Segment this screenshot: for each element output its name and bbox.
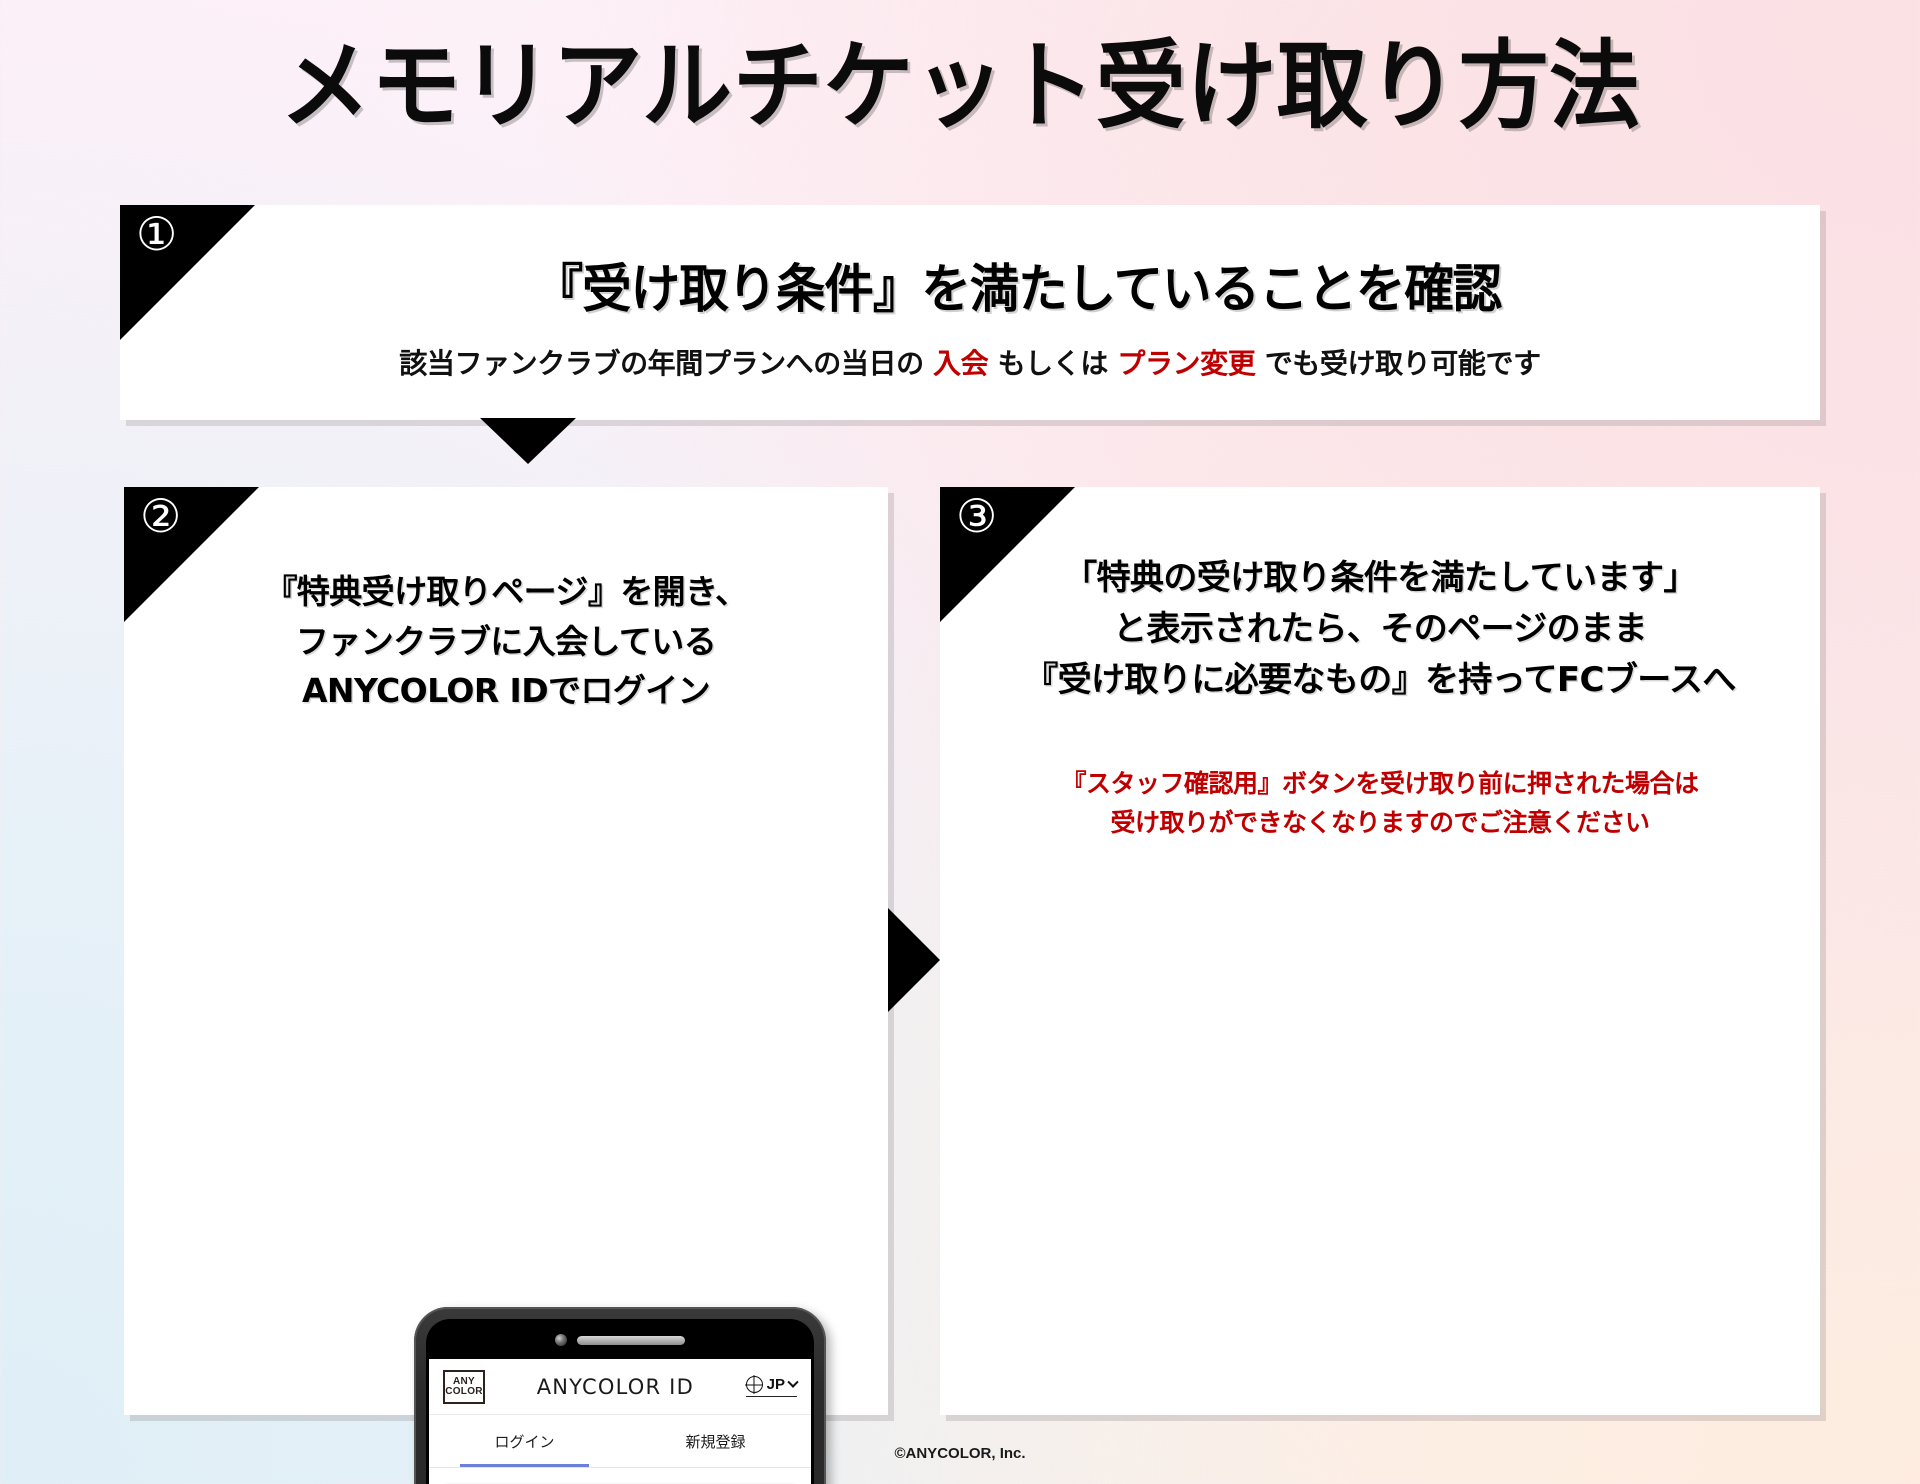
step-2-heading: 『特典受け取りページ』を開き、 ファンクラブに入会している ANYCOLOR I… <box>124 567 888 716</box>
page-title: メモリアルチケット受け取り方法 <box>280 30 1640 142</box>
step-2-heading-line-2: ファンクラブに入会している <box>295 621 717 661</box>
language-selector[interactable]: JP <box>745 1376 799 1397</box>
speaker-icon <box>577 1335 685 1345</box>
phone-screen: ANY COLOR ANYCOLOR ID JP ログイン 新規登録 <box>429 1359 811 1484</box>
logo-line-1: ANY <box>452 1375 475 1387</box>
right-arrow-connector <box>888 908 940 1012</box>
step-1-badge: ① <box>120 205 255 340</box>
step-1-sub-highlight-planchange: プラン変更 <box>1117 347 1256 380</box>
step-3-heading: 「特典の受け取り条件を満たしています」 と表示されたら、そのページのまま 『受け… <box>940 553 1820 706</box>
camera-icon <box>555 1334 567 1346</box>
step-1-sub-part-3: でも受け取り可能です <box>1255 347 1541 380</box>
chevron-down-icon <box>787 1376 799 1388</box>
app-title: ANYCOLOR ID <box>536 1374 694 1399</box>
step-2-number: ② <box>140 489 182 543</box>
step-3-heading-line-3: 『受け取りに必要なもの』を持ってFCブースへ <box>1024 660 1736 700</box>
copyright-footer: ©ANYCOLOR, Inc. <box>894 1445 1026 1462</box>
step-1-number: ① <box>136 207 178 261</box>
step-1-panel: ① 『受け取り条件』を満たしていることを確認 該当ファンクラブの年間プランへの当… <box>120 205 1820 420</box>
step-3-warning-line-1: 『スタッフ確認用』ボタンを受け取り前に押された場合は <box>1061 769 1699 798</box>
app-header: ANY COLOR ANYCOLOR ID JP <box>429 1359 811 1415</box>
anycolor-logo: ANY COLOR <box>443 1369 485 1404</box>
step-2-heading-line-3: ANYCOLOR IDでログイン <box>301 671 711 710</box>
step-3-number: ③ <box>956 489 998 543</box>
down-arrow-connector <box>480 418 576 464</box>
step-3-warning-line-2: 受け取りができなくなりますのでご注意ください <box>1110 807 1650 837</box>
logo-line-2: COLOR <box>445 1385 483 1397</box>
language-label: JP <box>766 1376 785 1393</box>
step-1-subtitle: 該当ファンクラブの年間プランへの当日の 入会 もしくは プラン変更 でも受け取り… <box>120 342 1820 382</box>
step-3-heading-line-1: 「特典の受け取り条件を満たしています」 <box>1063 558 1697 598</box>
step-1-heading: 『受け取り条件』を満たしていることを確認 <box>533 260 1502 320</box>
step-2-heading-line-1: 『特典受け取りページ』を開き、 <box>264 572 748 611</box>
phone-notch <box>426 1332 814 1348</box>
step-2-panel: ② 『特典受け取りページ』を開き、 ファンクラブに入会している ANYCOLOR… <box>124 487 888 1484</box>
step-1-sub-part-1: 該当ファンクラブの年間プランへの当日の <box>399 347 934 380</box>
step-1-sub-highlight-join: 入会 <box>933 347 989 380</box>
step-3-panel: ③ 「特典の受け取り条件を満たしています」 と表示されたら、そのページのまま 『… <box>940 487 1820 1415</box>
step-3-heading-line-2: と表示されたら、そのページのまま <box>1113 609 1647 649</box>
step-3-warning: 『スタッフ確認用』ボタンを受け取り前に押された場合は 受け取りができなくなります… <box>940 765 1820 843</box>
globe-icon <box>745 1376 763 1393</box>
auth-button-list: Googleでログイン X（旧Twitter）でログイン <box>429 1468 811 1484</box>
step-1-sub-part-2: もしくは <box>988 347 1118 380</box>
